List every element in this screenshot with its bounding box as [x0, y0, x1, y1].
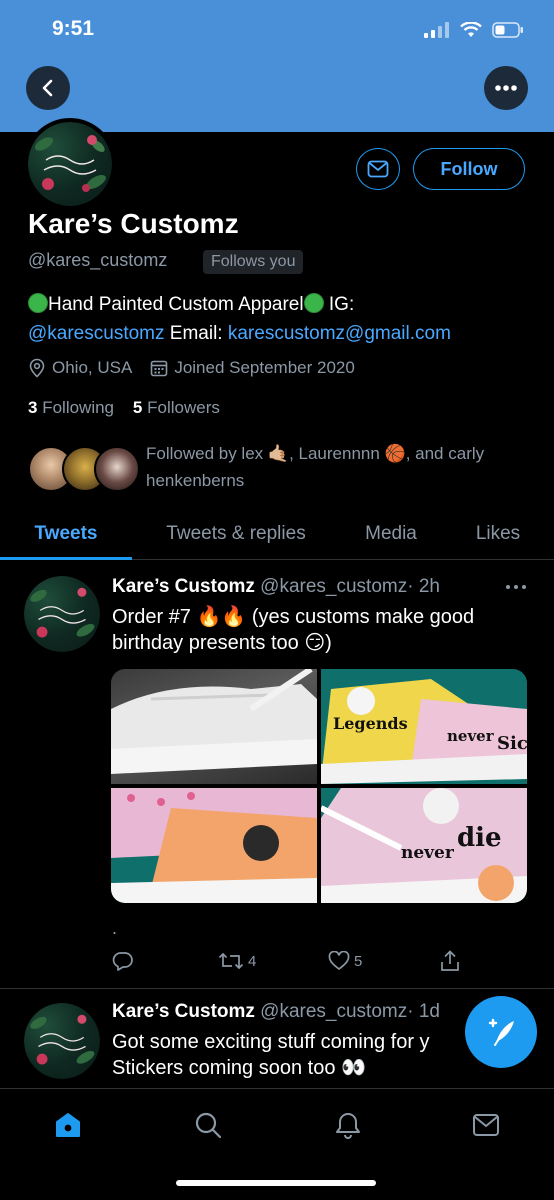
painted-sneaker-image	[111, 788, 317, 903]
home-icon	[56, 1113, 80, 1137]
follows-you-badge: Follows you	[203, 250, 304, 274]
painted-sneaker-image: never die	[321, 788, 527, 903]
tweet-media-grid[interactable]: Legends never Sic never die	[111, 669, 527, 903]
painted-sneaker-image: Legends never Sic	[321, 679, 527, 784]
media-image-2[interactable]: Legends never Sic	[321, 669, 527, 784]
media-image-4[interactable]: never die	[321, 788, 527, 903]
wifi-icon	[460, 22, 482, 37]
location: Ohio, USA	[28, 358, 132, 378]
reply-button[interactable]	[112, 950, 218, 972]
messages-icon	[473, 1114, 499, 1136]
share-button[interactable]	[440, 950, 460, 972]
more-button[interactable]	[484, 66, 528, 110]
tweet-time: · 2h	[407, 576, 440, 597]
tab-tweets[interactable]: Tweets	[0, 508, 132, 559]
follow-counts: 3 Following 5 Followers	[28, 398, 220, 418]
status-bar: 9:51	[0, 0, 554, 60]
tweet-author[interactable]: Kare’s Customz	[112, 1001, 255, 1022]
green-circle-icon	[28, 293, 48, 313]
tab-likes[interactable]: Likes	[442, 508, 554, 559]
white-sneaker-image	[111, 669, 317, 774]
green-circle-icon	[303, 293, 324, 313]
bio-email-label: Email:	[164, 323, 228, 344]
share-icon	[441, 950, 459, 971]
signal-icon	[424, 22, 449, 38]
retweet-icon	[218, 952, 244, 970]
nav-home[interactable]	[50, 1107, 86, 1143]
media-label-never2: never	[401, 843, 455, 863]
joined-text: Joined September 2020	[174, 358, 355, 377]
back-arrow-icon	[42, 79, 53, 97]
tweet-avatar[interactable]	[24, 576, 100, 652]
nav-messages[interactable]	[468, 1107, 504, 1143]
tweet-text: Order #7 🔥🔥 (yes customs make good birth…	[112, 606, 475, 654]
media-label-die: Sic	[497, 733, 527, 754]
like-button[interactable]: 5	[328, 951, 440, 971]
bio-ig-link[interactable]: @karescustomz	[28, 323, 165, 344]
tweet-more-icon[interactable]	[505, 584, 527, 590]
profile-bio: Hand Painted Custom Apparel IG: @karescu…	[28, 290, 528, 348]
like-icon	[328, 951, 350, 971]
like-count: 5	[354, 952, 363, 970]
avatar-logo-image	[30, 1014, 95, 1065]
profile-tabs: Tweets Tweets & replies Media Likes	[0, 508, 554, 560]
followed-by-avatars[interactable]	[28, 446, 140, 494]
tab-media[interactable]: Media	[340, 508, 442, 559]
media-label-legends: Legends	[333, 714, 408, 733]
status-icons	[424, 22, 524, 38]
mail-icon	[367, 160, 389, 178]
reply-icon	[112, 952, 133, 971]
nav-search[interactable]	[190, 1107, 226, 1143]
retweet-button[interactable]: 4	[218, 951, 328, 971]
profile-avatar[interactable]	[24, 118, 116, 210]
profile-handle: @kares_customz	[28, 250, 168, 270]
more-icon	[495, 85, 517, 91]
tweet-author[interactable]: Kare’s Customz	[112, 576, 255, 597]
media-label-never: never	[447, 727, 495, 745]
tweet-trailing-dot: .	[112, 918, 118, 938]
calendar-icon	[151, 360, 168, 377]
compose-tweet-button[interactable]	[465, 996, 537, 1068]
notifications-icon	[336, 1113, 360, 1139]
battery-icon	[492, 22, 523, 38]
search-icon	[195, 1112, 222, 1139]
bio-ig-label: IG:	[323, 294, 355, 315]
tweet-text: Got some exciting stuff coming for y Sti…	[112, 1031, 430, 1079]
following-link[interactable]: 3 Following	[28, 398, 114, 417]
bio-email-link[interactable]: karescustomz@gmail.com	[228, 323, 451, 344]
nav-notifications[interactable]	[330, 1107, 366, 1143]
location-text: Ohio, USA	[52, 358, 133, 377]
compose-icon	[488, 1018, 514, 1046]
status-time: 9:51	[52, 17, 95, 40]
location-icon	[29, 358, 45, 378]
profile-meta: Ohio, USA Joined September 2020	[28, 358, 355, 378]
avatar	[94, 446, 140, 492]
followers-link[interactable]: 5 Followers	[133, 398, 220, 417]
tweet-avatar[interactable]	[24, 1003, 100, 1079]
retweet-count: 4	[248, 952, 257, 970]
media-image-1[interactable]	[111, 669, 317, 784]
profile-name: Kare’s Customz	[28, 208, 239, 239]
tweet-header: Kare’s Customz @kares_customz· 2h	[112, 576, 440, 598]
message-button[interactable]	[356, 148, 400, 190]
tweet-handle: @kares_customz	[260, 576, 408, 597]
media-image-3[interactable]	[111, 788, 317, 903]
follow-button[interactable]: Follow	[413, 148, 525, 190]
avatar-logo-image	[34, 135, 106, 192]
tweet-header: Kare’s Customz @kares_customz· 1d	[112, 1001, 440, 1023]
home-indicator[interactable]	[176, 1180, 376, 1186]
tweet-actions: 4 5	[112, 950, 472, 972]
bio-text: Hand Painted Custom Apparel	[48, 294, 304, 315]
tweet-time: · 1d	[407, 1001, 440, 1022]
joined: Joined September 2020	[150, 358, 355, 378]
media-label-die2: die	[457, 823, 502, 853]
tab-tweets-replies[interactable]: Tweets & replies	[132, 508, 340, 559]
tweet-handle: @kares_customz	[260, 1001, 408, 1022]
followed-by-text[interactable]: Followed by lex 🤙🏼, Laurennnn 🏀, and car…	[146, 440, 526, 494]
avatar-logo-image	[30, 587, 95, 638]
back-button[interactable]	[26, 66, 70, 110]
